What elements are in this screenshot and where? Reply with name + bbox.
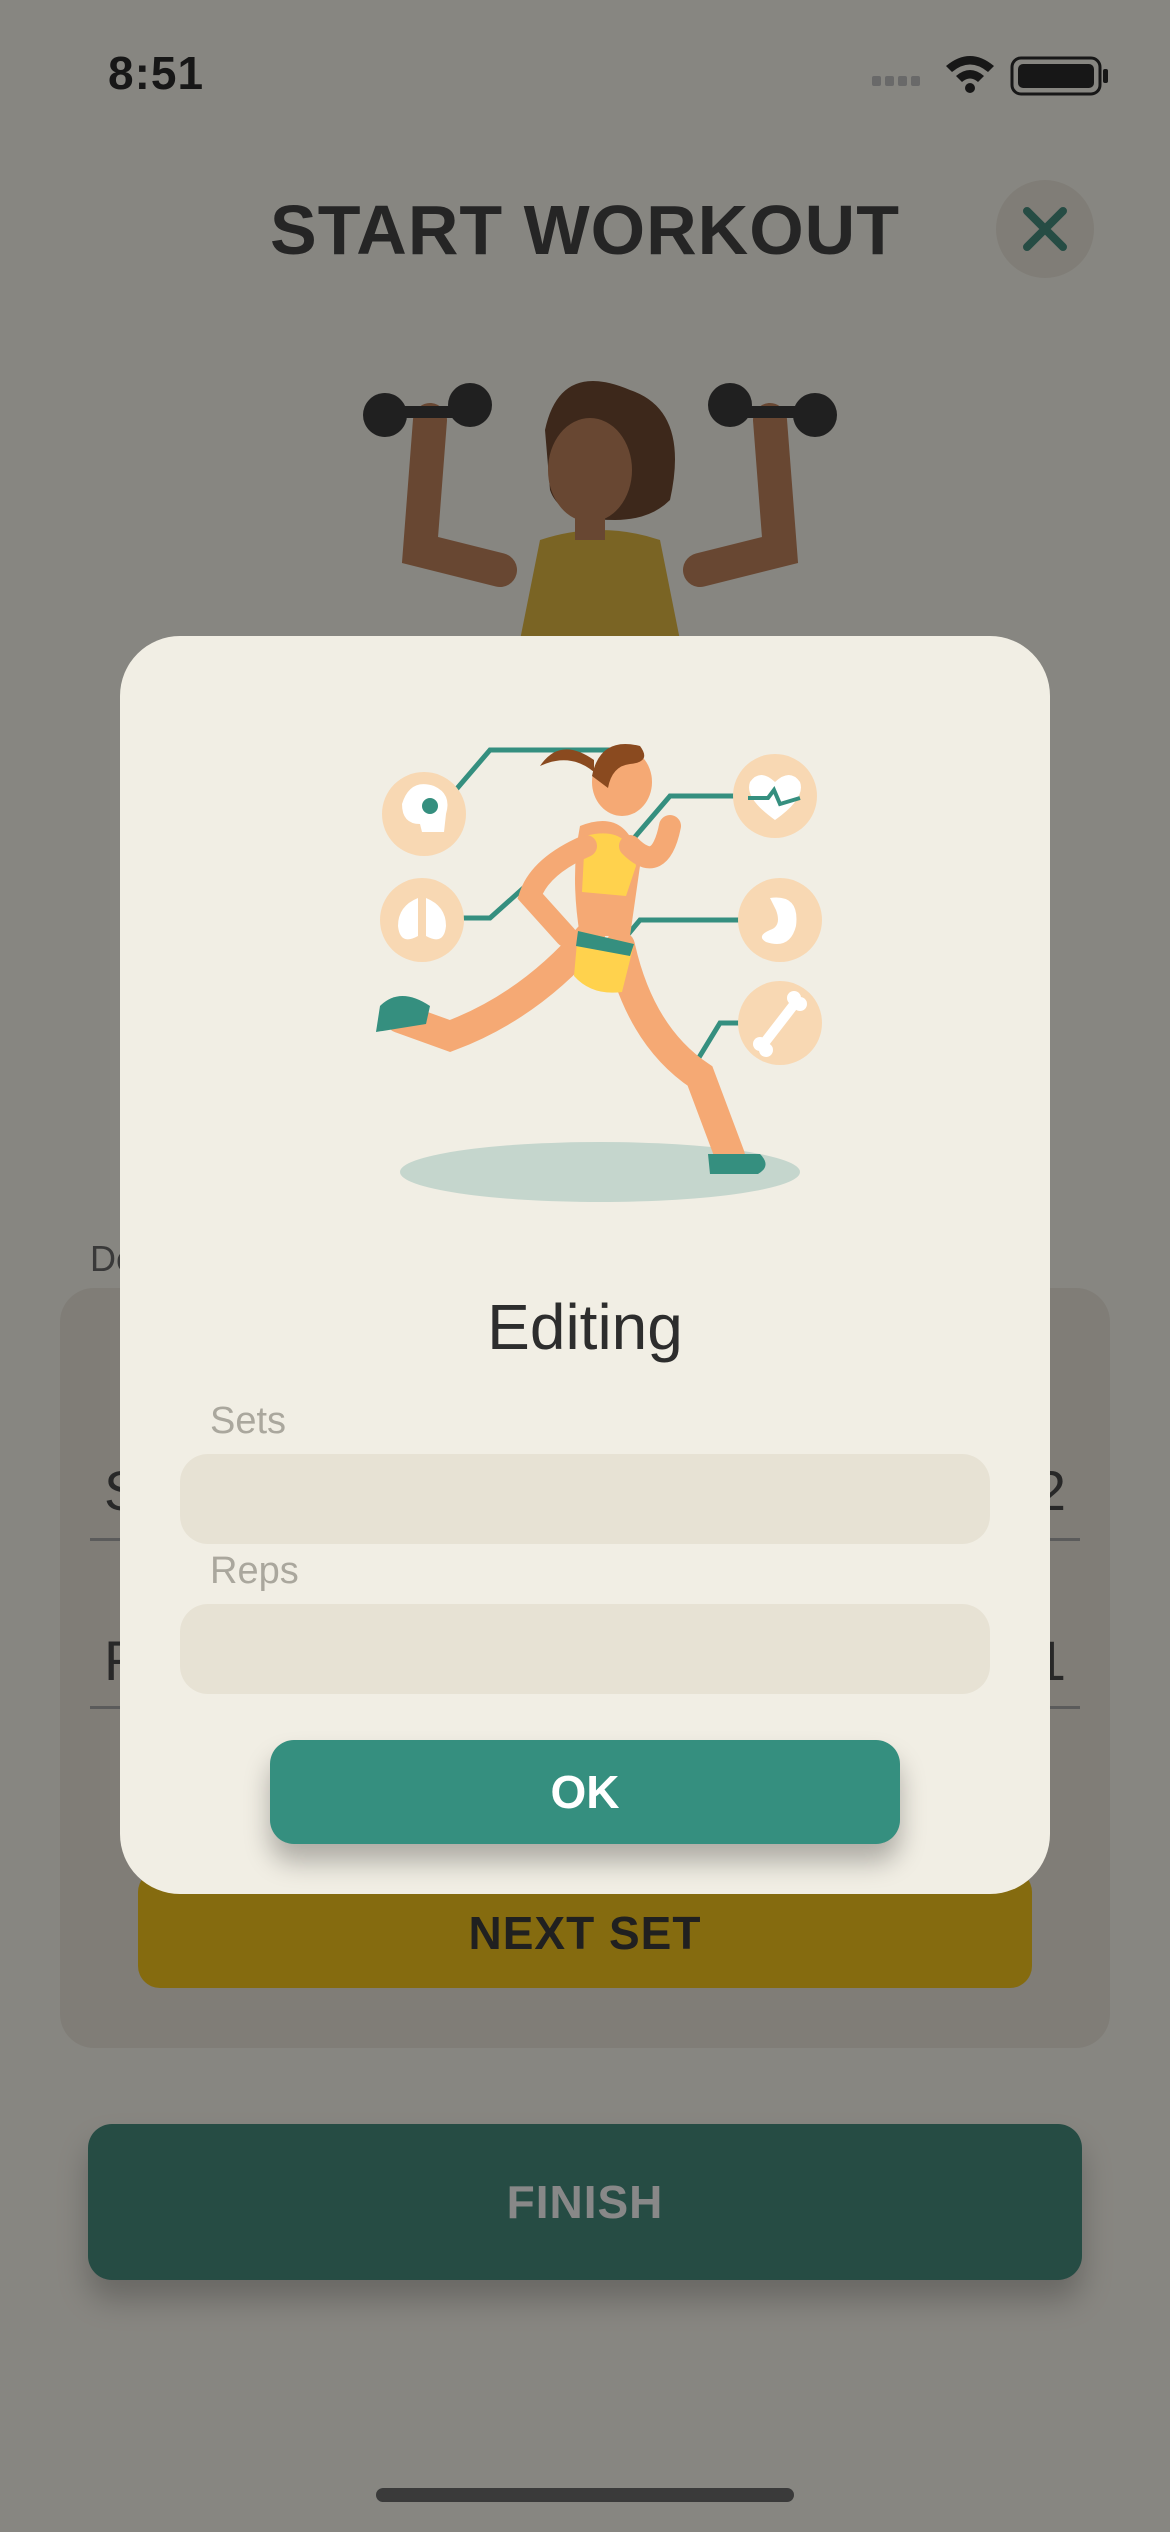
ok-label: OK bbox=[550, 1766, 620, 1818]
reps-label: Reps bbox=[210, 1550, 299, 1592]
sets-label: Sets bbox=[210, 1400, 287, 1442]
ok-button[interactable]: OK bbox=[270, 1740, 900, 1844]
running-woman-illustration bbox=[376, 744, 822, 1202]
edit-modal: Editing Sets Reps OK bbox=[120, 636, 1050, 1894]
home-indicator[interactable] bbox=[376, 2488, 794, 2502]
lungs-badge-icon bbox=[380, 878, 464, 962]
reps-input[interactable] bbox=[180, 1604, 990, 1694]
brain-badge-icon bbox=[382, 772, 466, 856]
heart-badge-icon bbox=[733, 754, 817, 838]
stomach-badge-icon bbox=[738, 878, 822, 962]
sets-input[interactable] bbox=[180, 1454, 990, 1544]
modal-title: Editing bbox=[487, 1291, 683, 1363]
bone-badge-icon bbox=[738, 981, 822, 1065]
